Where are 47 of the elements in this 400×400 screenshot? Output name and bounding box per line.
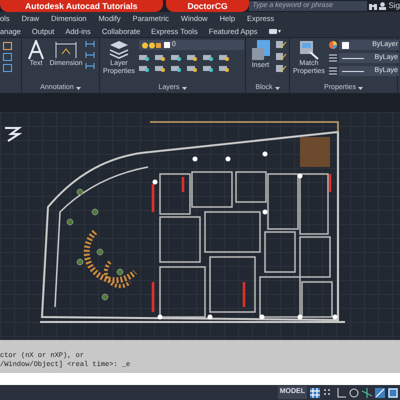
layer-tool-icon[interactable] — [170, 64, 181, 72]
match-properties-icon[interactable] — [298, 40, 319, 60]
caret-icon[interactable] — [76, 86, 81, 90]
letter-icon[interactable] — [28, 40, 44, 60]
header-tab[interactable]: DoctorCG — [166, 0, 250, 12]
color-swatch — [342, 42, 349, 48]
layer-tool-icon[interactable] — [202, 53, 213, 61]
dimension-tool-icon[interactable] — [85, 62, 95, 70]
line-sample — [342, 70, 364, 72]
layer-state-icon[interactable] — [142, 42, 162, 48]
block-tool-icon[interactable] — [276, 52, 286, 61]
layer-stack-icon[interactable] — [108, 40, 129, 60]
layer-tool-icon[interactable] — [154, 64, 165, 72]
linetype-icon[interactable] — [328, 67, 337, 75]
selection-icon[interactable] — [388, 388, 398, 398]
layer-tool-icon[interactable] — [170, 53, 181, 61]
command-input-field[interactable] — [0, 373, 400, 385]
layer-tool-icon[interactable] — [218, 64, 229, 72]
binoculars-icon[interactable] — [369, 2, 378, 10]
sign-in-link[interactable]: Sig — [388, 0, 400, 12]
header-tab[interactable]: Autodesk Autocad Tutorials — [0, 0, 163, 12]
snap-icon[interactable] — [323, 388, 333, 398]
grid-icon[interactable] — [310, 388, 320, 398]
osnap-icon[interactable] — [375, 388, 385, 398]
caret-icon[interactable] — [358, 86, 363, 90]
block-tool-icon[interactable] — [276, 40, 286, 49]
isometric-icon[interactable] — [362, 388, 372, 398]
layer-tool-icon[interactable] — [154, 53, 165, 61]
dimension-tool-icon[interactable] — [85, 51, 95, 59]
layer-tool-icon[interactable] — [202, 64, 213, 72]
ortho-icon[interactable] — [336, 388, 346, 398]
color-swatch — [164, 42, 170, 48]
lineweight-icon[interactable] — [328, 54, 337, 62]
layer-tool-icon[interactable] — [138, 53, 149, 61]
insert-block-icon[interactable] — [250, 40, 270, 62]
block-tool-icon[interactable] — [276, 64, 286, 73]
caret-icon[interactable] — [182, 86, 186, 90]
layer-tool-icon[interactable] — [138, 64, 149, 72]
layer-tool-icon[interactable] — [186, 53, 197, 61]
dimension-tool-icon[interactable] — [85, 40, 95, 48]
layer-tool-icon[interactable] — [218, 53, 229, 61]
user-icon[interactable] — [379, 2, 386, 10]
color-wheel-icon[interactable] — [328, 41, 337, 49]
dimension-icon[interactable] — [55, 40, 77, 60]
caret-icon[interactable] — [274, 86, 280, 90]
layer-tool-icon[interactable] — [186, 64, 197, 72]
polar-icon[interactable] — [349, 388, 359, 398]
